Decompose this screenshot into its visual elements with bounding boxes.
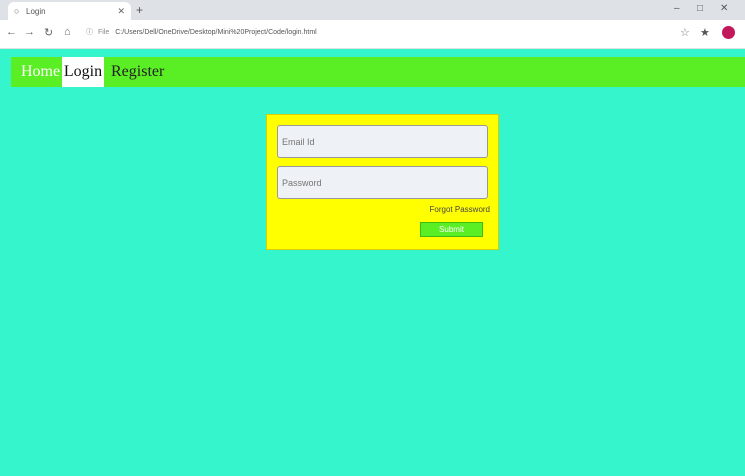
minimize-button[interactable]: – xyxy=(674,3,680,14)
nav-link-register[interactable]: Register xyxy=(107,57,168,87)
site-navbar: Home Login Register xyxy=(11,57,745,87)
maximize-button[interactable]: □ xyxy=(697,3,703,14)
address-scheme: File xyxy=(97,29,110,36)
password-field[interactable] xyxy=(277,166,488,199)
address-text: C:/Users/Dell/OneDrive/Desktop/Mini%20Pr… xyxy=(115,29,317,36)
nav-link-home[interactable]: Home xyxy=(17,57,64,87)
submit-button[interactable]: Submit xyxy=(420,222,483,237)
profile-avatar[interactable] xyxy=(722,26,735,39)
back-icon[interactable]: ← xyxy=(6,26,17,38)
forgot-password-link[interactable]: Forgot Password xyxy=(430,205,490,214)
browser-toolbar: ← → ↻ ⌂ ⓘ File C:/Users/Dell/OneDrive/De… xyxy=(0,20,745,49)
address-bar[interactable]: ⓘ File C:/Users/Dell/OneDrive/Desktop/Mi… xyxy=(86,25,666,41)
star-icon[interactable]: ☆ xyxy=(680,26,690,39)
home-icon[interactable]: ⌂ xyxy=(64,26,71,38)
tab-strip: ○ Login ✕ + – □ ✕ xyxy=(0,0,745,20)
info-icon: ⓘ xyxy=(86,29,93,36)
close-window-button[interactable]: ✕ xyxy=(720,3,728,14)
email-field[interactable] xyxy=(277,125,488,158)
forward-icon[interactable]: → xyxy=(24,26,35,38)
browser-chrome: ○ Login ✕ + – □ ✕ ← → ↻ ⌂ ⓘ File C:/User… xyxy=(0,0,745,49)
close-tab-icon[interactable]: ✕ xyxy=(117,6,125,17)
tab-title: Login xyxy=(26,7,46,16)
globe-icon: ○ xyxy=(14,6,20,16)
reload-icon[interactable]: ↻ xyxy=(44,26,53,39)
extensions-icon[interactable]: ★ xyxy=(700,26,710,39)
new-tab-button[interactable]: + xyxy=(136,3,143,17)
nav-link-login[interactable]: Login xyxy=(62,57,104,87)
browser-tab[interactable]: ○ Login ✕ xyxy=(8,2,131,20)
login-form: Forgot Password Submit xyxy=(266,114,499,250)
